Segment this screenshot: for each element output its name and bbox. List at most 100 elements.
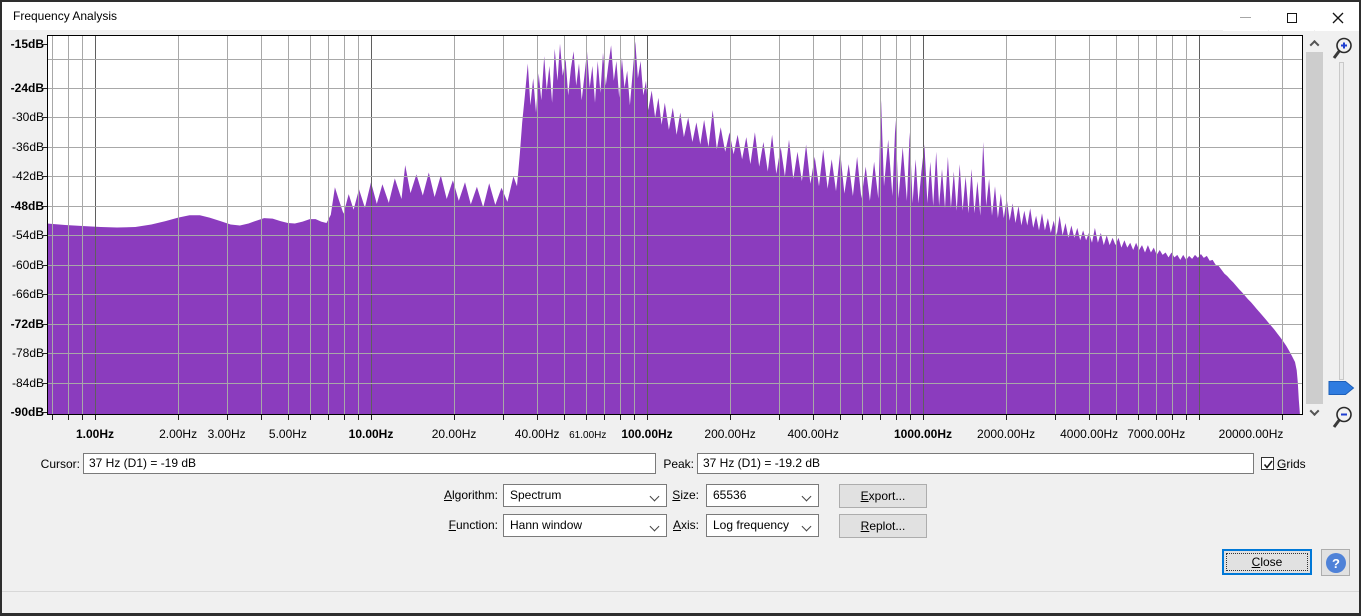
x-axis-tick [288,415,289,420]
maximize-button[interactable] [1269,4,1314,31]
x-axis-tick [1138,415,1139,420]
x-axis-tick [923,415,924,420]
checkmark-icon [1263,460,1273,469]
size-value: 65536 [713,488,747,502]
window-title: Frequency Analysis [13,9,118,23]
x-axis-tick [779,415,780,420]
x-axis-tick [371,415,372,420]
cursor-label: Cursor: [40,457,80,471]
y-axis-tick [43,88,47,89]
y-axis-tick [43,265,47,266]
x-axis-tick [1186,415,1187,420]
slider-thumb-icon [1328,381,1355,395]
spectrum-plot[interactable] [47,35,1303,415]
x-axis-label: 20000.00Hz [1218,427,1284,441]
size-select[interactable]: 65536 [706,484,819,507]
x-axis-tick [813,415,814,420]
y-axis-label: -72dB [10,316,44,331]
x-axis-tick [1282,415,1283,420]
zoom-out-icon [1332,406,1352,428]
algorithm-value: Spectrum [510,488,562,502]
y-axis-label: -90dB [10,405,44,420]
x-axis-tick [261,415,262,420]
x-axis-label: 400.00Hz [787,427,839,441]
replot-button[interactable]: Replot... [839,514,927,538]
close-button[interactable]: Close [1222,549,1312,575]
x-axis-tick [647,415,648,420]
y-axis-tick [43,383,47,384]
x-axis-tick [604,415,605,420]
y-axis-label: -78dB [11,346,44,361]
chevron-down-icon [1309,406,1320,417]
x-axis-tick [564,415,565,420]
y-axis-label: -30dB [11,110,44,125]
x-axis-tick [730,415,731,420]
grids-checkbox[interactable] [1261,457,1274,470]
peak-readout-field[interactable]: 37 Hz (D1) = -19.2 dB [697,453,1254,474]
axis-label: Axis: [672,518,699,532]
y-axis-label: -84dB [11,375,44,390]
titlebar: Frequency Analysis [2,2,1360,31]
y-axis-label: -66dB [11,287,44,302]
algorithm-label: Algorithm: [443,488,498,502]
x-axis-tick [310,415,311,420]
close-window-button[interactable] [1315,4,1360,31]
x-axis-tick [840,415,841,420]
y-axis-tick [43,412,47,413]
zoom-in-button[interactable] [1330,36,1354,62]
y-axis-label: -48dB [10,198,44,213]
y-axis-tick [43,117,47,118]
x-axis-tick [880,415,881,420]
zoom-in-icon [1332,37,1352,59]
x-axis-tick [68,415,69,420]
x-axis-tick [1055,415,1056,420]
x-axis-tick [344,415,345,420]
x-axis-tick [1006,415,1007,420]
x-axis-tick [537,415,538,420]
cursor-readout-field[interactable]: 37 Hz (D1) = -19 dB [83,453,656,474]
x-axis-tick [620,415,621,420]
export-button[interactable]: Export... [839,484,927,508]
chevron-up-icon [1309,39,1320,50]
x-axis-tick [896,415,897,420]
scrollbar-down-button[interactable] [1306,404,1323,421]
scrollbar-thumb[interactable] [1306,52,1323,404]
scrollbar-up-button[interactable] [1306,35,1323,52]
x-axis-tick [52,415,53,420]
x-axis-tick [178,415,179,420]
y-axis-tick [43,44,47,45]
x-axis-tick [910,415,911,420]
x-axis-tick [95,415,96,420]
grids-checkbox-label[interactable]: Grids [1277,454,1322,474]
x-axis-tick [1116,415,1117,420]
x-axis-tick [227,415,228,420]
axis-value: Log frequency [713,518,790,532]
zoom-slider-track[interactable] [1339,62,1344,380]
y-axis-label: -54dB [11,228,44,243]
peak-label: Peak: [663,457,694,471]
x-axis-tick [454,415,455,420]
y-axis-tick [43,294,47,295]
chevron-down-icon [801,521,812,532]
y-axis-tick [43,324,47,325]
y-axis-label: -42dB [11,169,44,184]
x-axis-tick [634,415,635,420]
help-button[interactable]: ? [1321,549,1350,576]
y-axis-label: -24dB [10,81,44,96]
y-axis-tick [43,206,47,207]
x-axis-tick [1089,415,1090,420]
y-axis-label: -60dB [11,257,44,272]
y-axis-tick [43,176,47,177]
vertical-scrollbar[interactable] [1306,35,1323,421]
y-axis-tick [43,353,47,354]
x-axis-tick [82,415,83,420]
help-icon: ? [1325,552,1346,573]
x-axis-tick [328,415,329,420]
x-axis-tick [358,415,359,420]
x-axis-tick [1156,415,1157,420]
axis-select[interactable]: Log frequency [706,514,819,537]
zoom-slider-thumb[interactable] [1328,380,1355,396]
x-axis-tick [862,415,863,420]
minimize-button[interactable] [1223,4,1268,31]
zoom-out-button[interactable] [1330,405,1354,431]
